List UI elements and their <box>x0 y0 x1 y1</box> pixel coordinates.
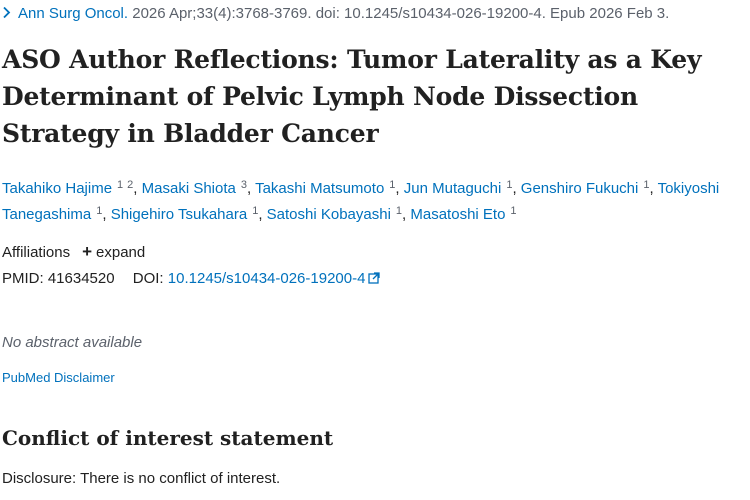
doi-link[interactable]: 10.1245/s10434-026-19200-4 <box>168 270 381 287</box>
plus-icon[interactable]: + <box>82 241 92 263</box>
author-link[interactable]: Masatoshi Eto <box>410 206 505 223</box>
pmid-label: PMID: <box>2 270 44 287</box>
author-link[interactable]: Genshiro Fukuchi <box>521 180 639 197</box>
doi-label: DOI: <box>132 270 164 287</box>
affiliations-row: Affiliations + expand <box>2 241 145 264</box>
author-list: Takahiko Hajime 1 2, Masaki Shiota 3, Takas… <box>2 176 747 228</box>
author-separator: , <box>649 180 658 197</box>
no-abstract-notice: No abstract available <box>2 334 143 351</box>
doi-value: 10.1245/s10434-026-19200-4 <box>167 270 366 287</box>
citation-details: 2026 Apr;33(4):3768-3769. doi: 10.1245/s… <box>128 5 670 22</box>
author-link[interactable]: Masaki Shiota <box>142 180 236 197</box>
pmid-value: 41634520 <box>47 270 115 287</box>
affiliations-label: Affiliations <box>2 244 71 261</box>
author-separator: , <box>395 180 404 197</box>
author-separator: , <box>246 180 256 197</box>
affiliation-number[interactable]: 1 <box>510 205 516 217</box>
affiliations-expand-button[interactable]: expand <box>96 244 145 261</box>
affiliation-number[interactable]: 1 <box>117 179 123 191</box>
article-title: ASO Author Reflections: Tumor Laterality… <box>2 45 702 148</box>
author-link[interactable]: Takahiko Hajime <box>2 180 112 197</box>
journal-link[interactable]: Ann Surg Oncol. <box>18 5 128 22</box>
author-separator: , <box>102 206 111 223</box>
pubmed-disclaimer-link[interactable]: PubMed Disclaimer <box>2 368 115 388</box>
author-link[interactable]: Jun Mutaguchi <box>404 180 502 197</box>
author-separator: , <box>133 180 142 197</box>
external-link-icon <box>368 272 381 284</box>
identifiers-row: PMID: 41634520 DOI: 10.1245/s10434-026-1… <box>2 268 381 290</box>
author-link[interactable]: Satoshi Kobayashi <box>267 206 391 223</box>
author-link[interactable]: Shigehiro Tsukahara <box>111 206 247 223</box>
conflict-heading: Conflict of interest statement <box>2 426 334 450</box>
author-link[interactable]: Takashi Matsumoto <box>255 180 384 197</box>
chevron-right-icon[interactable] <box>2 6 11 19</box>
author-affiliation-refs: 1 <box>510 205 516 217</box>
conflict-statement: Disclosure: There is no conflict of inte… <box>2 470 281 487</box>
author-affiliation-refs: 12 <box>117 179 133 191</box>
citation-line: Ann Surg Oncol. 2026 Apr;33(4):3768-3769… <box>2 4 669 24</box>
author-separator: , <box>258 206 267 223</box>
author-separator: , <box>512 180 521 197</box>
